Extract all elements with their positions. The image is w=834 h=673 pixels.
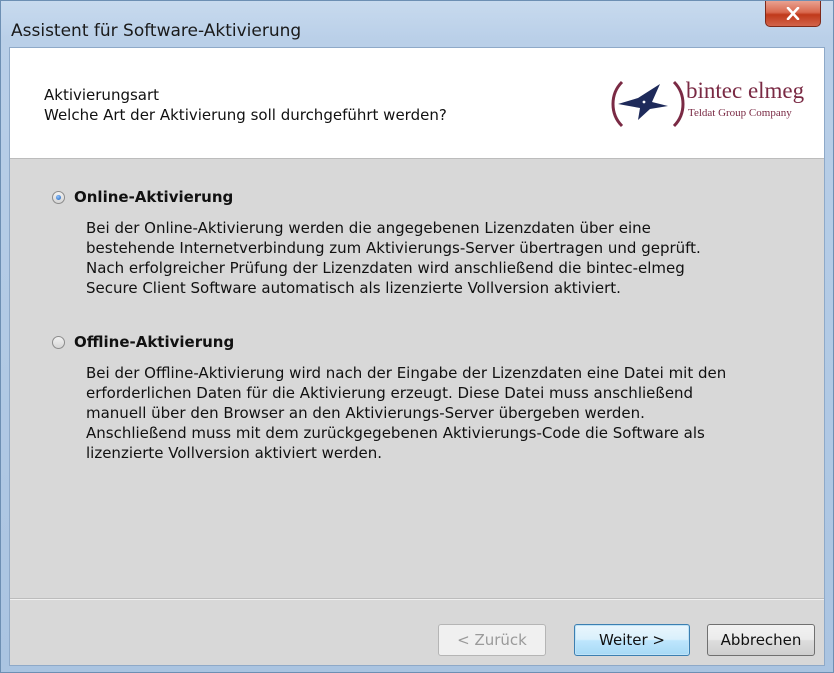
description-line: bestehende Internetverbindung zum Aktivi… bbox=[86, 239, 701, 257]
close-icon bbox=[786, 7, 800, 20]
description-line: Anschließend muss mit dem zurückgegebene… bbox=[86, 424, 705, 442]
bintec-elmeg-logo: bintec elmeg Teldat Group Company bbox=[608, 76, 818, 132]
description-line: Nach erfolgreicher Prüfung der Lizenzdat… bbox=[86, 259, 685, 277]
description-line: lizenzierte Vollversion aktiviert werden… bbox=[86, 444, 383, 462]
wizard-window: Assistent für Software-Aktivierung Aktiv… bbox=[0, 0, 834, 673]
window-title: Assistent für Software-Aktivierung bbox=[11, 21, 302, 41]
close-button[interactable] bbox=[765, 1, 821, 27]
online-activation-radio[interactable] bbox=[52, 191, 65, 204]
description-line: manuell über den Browser an den Aktivier… bbox=[86, 404, 645, 422]
footer-separator bbox=[10, 598, 824, 599]
description-line: Bei der Online-Aktivierung werden die an… bbox=[86, 219, 651, 237]
description-line: erforderlichen Daten für die Aktivierung… bbox=[86, 384, 694, 402]
offline-activation-radio[interactable] bbox=[52, 336, 65, 349]
logo-tagline: Teldat Group Company bbox=[688, 107, 792, 119]
page-subtitle: Welche Art der Aktivierung soll durchgef… bbox=[44, 106, 447, 124]
page-title: Aktivierungsart bbox=[44, 86, 160, 104]
online-activation-description: Bei der Online-Aktivierung werden die an… bbox=[86, 218, 701, 298]
offline-activation-description: Bei der Offline-Aktivierung wird nach de… bbox=[86, 363, 726, 463]
title-bar[interactable]: Assistent für Software-Aktivierung bbox=[1, 1, 833, 45]
bird-logo-icon bbox=[611, 80, 685, 128]
logo-name: bintec elmeg bbox=[686, 78, 805, 103]
online-activation-label[interactable]: Online-Aktivierung bbox=[74, 188, 233, 206]
offline-activation-label[interactable]: Offline-Aktivierung bbox=[74, 333, 234, 351]
next-button[interactable]: Weiter > bbox=[574, 624, 690, 656]
back-button[interactable]: < Zurück bbox=[438, 624, 546, 656]
dialog-body: Aktivierungsart Welche Art der Aktivieru… bbox=[9, 47, 825, 666]
wizard-header: Aktivierungsart Welche Art der Aktivieru… bbox=[10, 48, 824, 159]
description-line: Bei der Offline-Aktivierung wird nach de… bbox=[86, 364, 727, 382]
description-line: Secure Client Software automatisch als l… bbox=[86, 279, 621, 297]
cancel-button[interactable]: Abbrechen bbox=[707, 624, 815, 656]
